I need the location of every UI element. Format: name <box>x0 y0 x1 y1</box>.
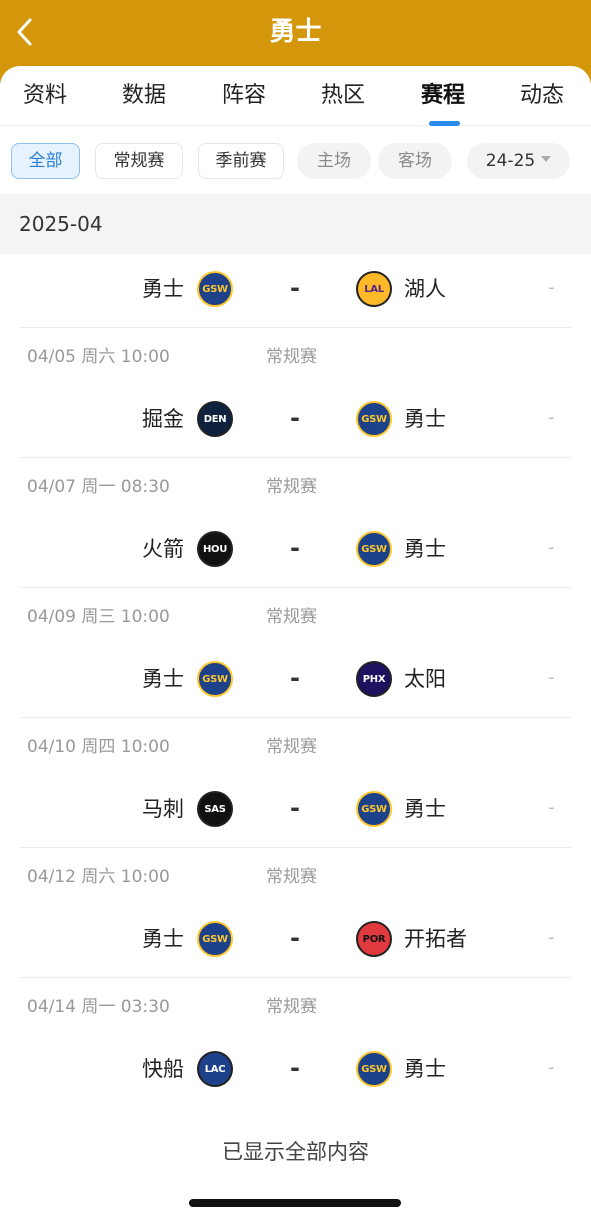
tab-bar: 资料 数据 阵容 热区 赛程 动态 <box>0 66 591 126</box>
match-status: - <box>548 1057 555 1078</box>
match-type: 常规赛 <box>266 867 317 887</box>
season-selector[interactable]: 24-25 <box>467 143 570 179</box>
phx-logo-icon: PHX <box>356 661 392 697</box>
por-logo-icon: POR <box>356 921 392 957</box>
gsw-logo-icon: GSW <box>356 531 392 567</box>
match-status: - <box>548 277 555 298</box>
gsw-logo-icon: GSW <box>197 921 233 957</box>
tab-news[interactable]: 动态 <box>520 80 564 112</box>
tab-stats[interactable]: 数据 <box>122 80 166 112</box>
away-team-name: 开拓者 <box>404 927 467 951</box>
gsw-logo-icon: GSW <box>197 661 233 697</box>
match-row[interactable]: 04/07 周一 08:30 常规赛 火箭 HOU - GSW 勇士 - <box>0 458 591 588</box>
away-team-name: 勇士 <box>404 797 446 821</box>
filter-preseason[interactable]: 季前赛 <box>198 143 284 179</box>
home-team-name: 火箭 <box>142 537 184 561</box>
away-team-name: 勇士 <box>404 407 446 431</box>
match-status: - <box>548 797 555 818</box>
match-score: - <box>290 534 300 562</box>
match-type: 常规赛 <box>266 997 317 1017</box>
gsw-logo-icon: GSW <box>356 1051 392 1087</box>
hou-logo-icon: HOU <box>197 531 233 567</box>
away-team-name: 勇士 <box>404 1057 446 1081</box>
match-type: 常规赛 <box>266 737 317 757</box>
match-datetime: 04/09 周三 10:00 <box>27 607 170 627</box>
match-score: - <box>290 404 300 432</box>
match-score: - <box>290 794 300 822</box>
lac-logo-icon: LAC <box>197 1051 233 1087</box>
month-label: 2025-04 <box>19 212 103 236</box>
tab-schedule[interactable]: 赛程 <box>421 80 465 112</box>
match-row[interactable]: 04/10 周四 10:00 常规赛 马刺 SAS - GSW 勇士 - <box>0 718 591 848</box>
season-label: 24-25 <box>485 151 536 171</box>
match-row[interactable]: 04/09 周三 10:00 常规赛 勇士 GSW - PHX 太阳 - <box>0 588 591 718</box>
match-row[interactable]: 勇士 GSW - LAL 湖人 - <box>0 254 591 328</box>
filter-regular-season[interactable]: 常规赛 <box>95 143 183 179</box>
match-datetime: 04/07 周一 08:30 <box>27 477 170 497</box>
month-header: 2025-04 <box>0 194 591 254</box>
match-row[interactable]: 04/05 周六 10:00 常规赛 掘金 DEN - GSW 勇士 - <box>0 328 591 458</box>
filter-home[interactable]: 主场 <box>297 143 371 179</box>
match-datetime: 04/10 周四 10:00 <box>27 737 170 757</box>
match-datetime: 04/12 周六 10:00 <box>27 867 170 887</box>
match-status: - <box>548 927 555 948</box>
filter-all[interactable]: 全部 <box>11 143 80 179</box>
match-status: - <box>548 667 555 688</box>
sas-logo-icon: SAS <box>197 791 233 827</box>
home-team-name: 掘金 <box>142 407 184 431</box>
match-row[interactable]: 04/14 周一 03:30 常规赛 快船 LAC - GSW 勇士 - <box>0 978 591 1108</box>
tab-hotzone[interactable]: 热区 <box>321 80 365 112</box>
gsw-logo-icon: GSW <box>197 271 233 307</box>
den-logo-icon: DEN <box>197 401 233 437</box>
end-of-list-text: 已显示全部内容 <box>222 1140 369 1164</box>
home-indicator <box>189 1199 401 1207</box>
gsw-logo-icon: GSW <box>356 791 392 827</box>
match-datetime: 04/14 周一 03:30 <box>27 997 170 1017</box>
match-type: 常规赛 <box>266 607 317 627</box>
match-score: - <box>290 1054 300 1082</box>
tab-roster[interactable]: 阵容 <box>222 80 266 112</box>
caret-down-icon <box>541 156 552 162</box>
page-title: 勇士 <box>269 17 322 47</box>
away-team-name: 太阳 <box>404 667 446 691</box>
match-status: - <box>548 537 555 558</box>
gsw-logo-icon: GSW <box>356 401 392 437</box>
active-tab-indicator <box>429 121 460 126</box>
lal-logo-icon: LAL <box>356 271 392 307</box>
home-team-name: 勇士 <box>142 927 184 951</box>
away-team-name: 勇士 <box>404 537 446 561</box>
filter-away[interactable]: 客场 <box>378 143 452 179</box>
match-type: 常规赛 <box>266 477 317 497</box>
home-team-name: 马刺 <box>142 797 184 821</box>
home-team-name: 勇士 <box>142 277 184 301</box>
match-datetime: 04/05 周六 10:00 <box>27 347 170 367</box>
match-row[interactable]: 04/12 周六 10:00 常规赛 勇士 GSW - POR 开拓者 - <box>0 848 591 978</box>
home-team-name: 快船 <box>142 1057 184 1081</box>
tab-profile[interactable]: 资料 <box>23 80 67 112</box>
match-score: - <box>290 924 300 952</box>
match-score: - <box>290 664 300 692</box>
match-type: 常规赛 <box>266 347 317 367</box>
match-score: - <box>290 274 300 302</box>
home-team-name: 勇士 <box>142 667 184 691</box>
match-status: - <box>548 407 555 428</box>
content-panel: 资料 数据 阵容 热区 赛程 动态 全部 常规赛 季前赛 主场 客场 24-25… <box>0 66 591 1212</box>
away-team-name: 湖人 <box>404 277 446 301</box>
